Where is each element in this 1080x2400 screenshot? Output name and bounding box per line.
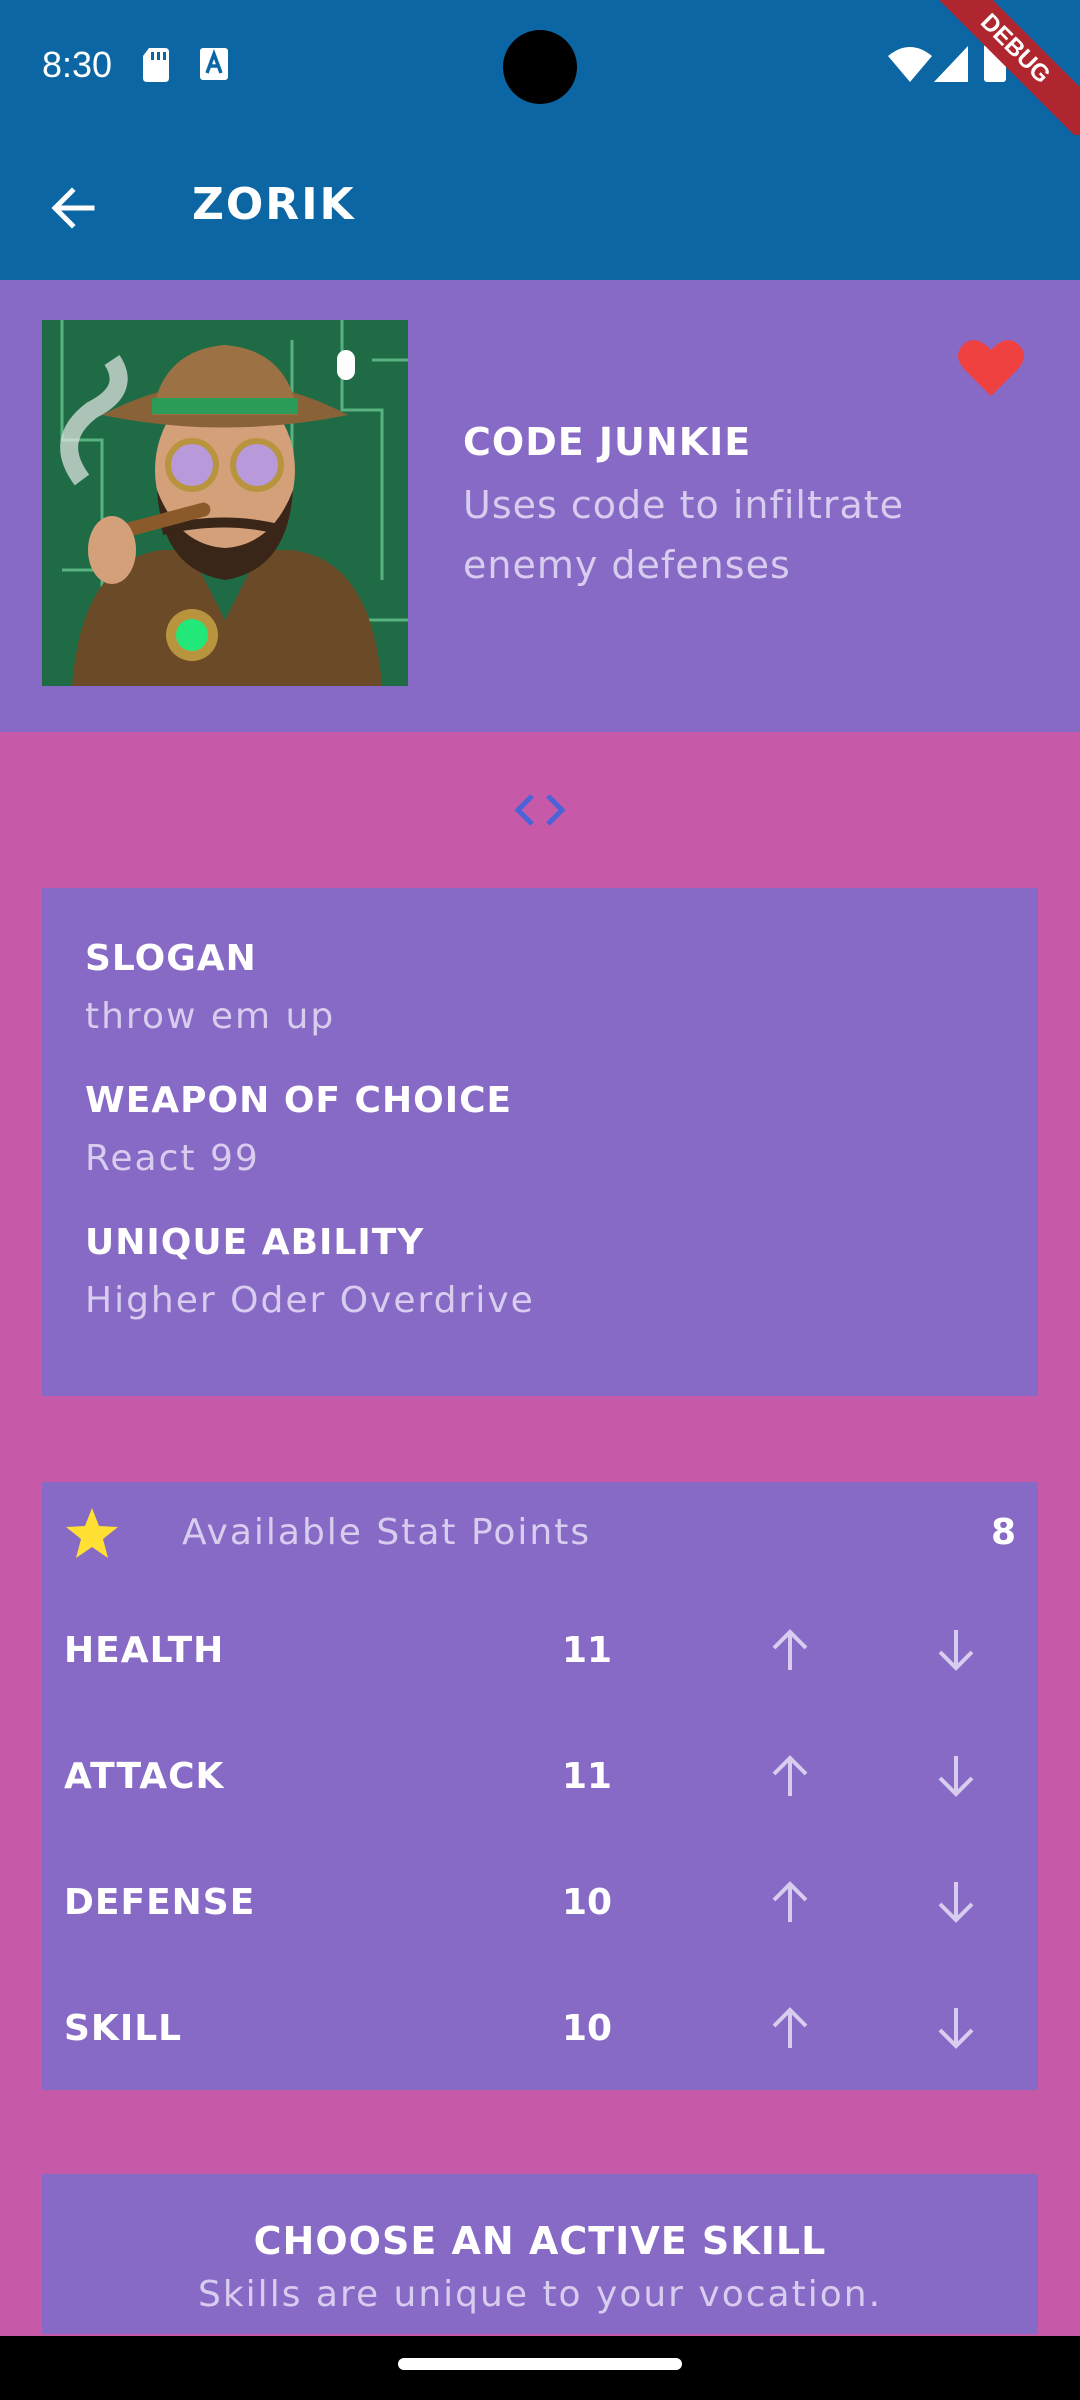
weapon-label: WEAPON OF CHOICE [85,1080,513,1121]
page-title: ZORIK [192,179,356,230]
weapon-value: React 99 [85,1138,260,1179]
available-points-value: 8 [990,1512,1016,1553]
stat-value: 10 [562,2008,613,2049]
available-points-label: Available Stat Points [182,1512,592,1553]
wifi-icon [888,47,932,82]
sd-card-icon [143,48,169,82]
decrease-arrow-icon[interactable] [928,1748,984,1804]
keyboard-a-icon [200,48,228,80]
slogan-value: throw em up [85,996,336,1037]
stat-row-health: HEALTH 11 [42,1600,1038,1700]
navigation-bar [0,2336,1080,2400]
increase-arrow-icon[interactable] [762,1874,818,1930]
stat-name: ATTACK [64,1756,225,1797]
stats-card: Available Stat Points 8 HEALTH 11 ATTACK… [42,1482,1038,2090]
stat-row-attack: ATTACK 11 [42,1726,1038,1826]
active-skill-card[interactable]: CHOOSE AN ACTIVE SKILL Skills are unique… [42,2174,1038,2334]
vocation-description: Uses code to infiltrate enemy defenses [463,483,905,587]
skill-section-subtitle: Skills are unique to your vocation. [197,2274,883,2315]
vocation-title: CODE JUNKIE [463,420,752,464]
cellular-signal-icon [934,46,968,82]
decrease-arrow-icon[interactable] [928,2000,984,2056]
stat-row-skill: SKILL 10 [42,1978,1038,2078]
stat-row-defense: DEFENSE 10 [42,1852,1038,1952]
stat-name: HEALTH [64,1630,225,1671]
status-time: 8:30 [42,44,113,85]
increase-arrow-icon[interactable] [762,1622,818,1678]
stat-value: 11 [562,1630,613,1671]
increase-arrow-icon[interactable] [762,2000,818,2056]
camera-cutout [503,30,577,104]
decrease-arrow-icon[interactable] [928,1874,984,1930]
stat-value: 11 [562,1756,613,1797]
character-info-card: SLOGAN throw em up WEAPON OF CHOICE Reac… [42,888,1038,1396]
stat-name: SKILL [64,2008,183,2049]
decrease-arrow-icon[interactable] [928,1622,984,1678]
stat-name: DEFENSE [64,1882,256,1923]
favorite-heart-icon[interactable] [958,338,1024,396]
increase-arrow-icon[interactable] [762,1748,818,1804]
skill-section-title: CHOOSE AN ACTIVE SKILL [253,2219,827,2263]
app-bar: ZORIK [0,135,1080,280]
status-bar: 8:30 DEBUG [0,0,1080,141]
code-brackets-icon [514,794,566,826]
slogan-label: SLOGAN [85,938,257,979]
vocation-header: CODE JUNKIE Uses code to infiltrate enem… [0,280,1080,732]
home-gesture-handle[interactable] [398,2358,682,2370]
ability-label: UNIQUE ABILITY [85,1222,425,1263]
stat-value: 10 [562,1882,613,1923]
star-icon [66,1508,118,1558]
character-portrait [42,320,408,686]
back-arrow-icon[interactable] [40,175,106,241]
ability-value: Higher Oder Overdrive [85,1280,535,1321]
